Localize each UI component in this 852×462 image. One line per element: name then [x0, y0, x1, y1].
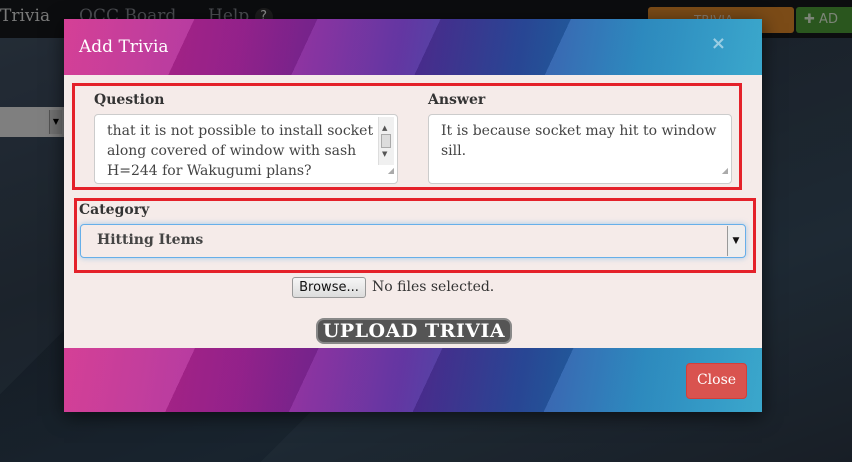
file-status-text: No files selected. — [372, 279, 495, 295]
question-line: along covered of window with sash — [107, 143, 357, 159]
answer-textarea[interactable]: It is because socket may hit to window s… — [428, 114, 732, 184]
chevron-down-icon: ▼ — [727, 226, 744, 256]
add-trivia-modal: Add Trivia × Question Answer that it is … — [64, 19, 762, 412]
modal-footer: Close — [64, 348, 762, 412]
answer-label: Answer — [428, 92, 486, 108]
question-textarea[interactable]: that it is not possible to install socke… — [94, 114, 398, 184]
answer-text: It is because socket may hit to window s… — [441, 123, 717, 159]
close-icon[interactable]: × — [711, 33, 726, 54]
resize-grip-icon[interactable]: ◢ — [388, 161, 394, 181]
browse-button[interactable]: Browse... — [292, 277, 366, 298]
scroll-down-icon[interactable]: ▼ — [382, 144, 387, 164]
question-line: that it is not possible to install socke… — [107, 123, 374, 139]
category-selected-value: Hitting Items — [97, 232, 204, 248]
modal-title: Add Trivia — [79, 37, 169, 57]
question-scrollbar[interactable]: ▲ ▼ — [378, 117, 394, 165]
modal-header: Add Trivia × — [64, 19, 762, 75]
close-button[interactable]: Close — [686, 363, 747, 399]
upload-trivia-button[interactable]: UPLOAD TRIVIA — [316, 318, 512, 344]
question-label: Question — [94, 92, 165, 108]
category-select[interactable]: Hitting Items ▼ — [80, 224, 746, 258]
question-line: H=244 for Wakugumi plans? — [107, 163, 312, 179]
category-label: Category — [79, 202, 150, 218]
resize-grip-icon[interactable]: ◢ — [722, 161, 728, 181]
